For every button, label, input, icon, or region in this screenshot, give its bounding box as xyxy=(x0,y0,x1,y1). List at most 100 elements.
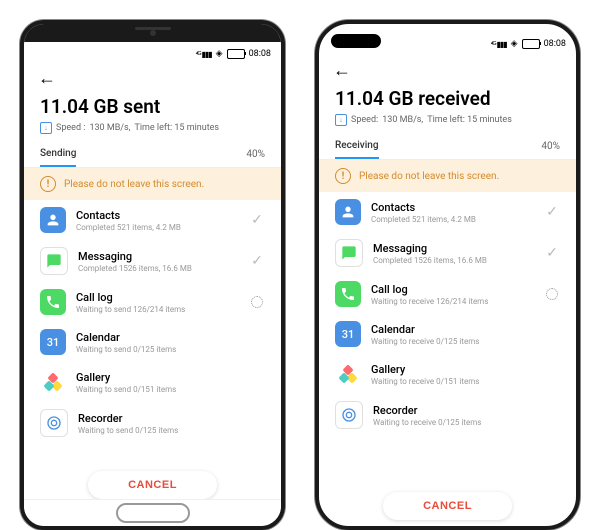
item-name: Recorder xyxy=(373,404,534,417)
home-button-bar xyxy=(24,499,281,526)
list-item[interactable]: 31CalendarWaiting to receive 0/125 items xyxy=(319,314,576,354)
list-item[interactable]: 31CalendarWaiting to send 0/125 items xyxy=(24,322,281,362)
header: 11.04 GB sent ↓ Speed : 130 MB/s, Time l… xyxy=(24,91,281,142)
item-name: Gallery xyxy=(371,363,534,376)
item-name: Messaging xyxy=(373,242,534,255)
item-sub: Waiting to send 0/125 items xyxy=(76,345,239,354)
item-name: Recorder xyxy=(78,412,239,425)
notch xyxy=(24,24,281,42)
list-item[interactable]: MessagingCompleted 1526 items, 16.6 MB✓ xyxy=(319,232,576,274)
back-button[interactable]: ← xyxy=(38,68,56,89)
signal-icon: ⁴ᴳ ▮▮▮ xyxy=(491,40,507,49)
spinner-icon xyxy=(546,288,558,300)
time-left: Time left: 15 minutes xyxy=(134,123,219,133)
item-list: ContactsCompleted 521 items, 4.2 MB✓Mess… xyxy=(319,192,576,526)
speed-row: ↓ Speed: 130 MB/s, Time left: 15 minutes xyxy=(335,114,560,126)
cancel-button[interactable]: CANCEL xyxy=(383,492,512,520)
screen: ← 11.04 GB received ↓ Speed: 130 MB/s, T… xyxy=(319,54,576,526)
item-info: RecorderWaiting to send 0/125 items xyxy=(78,412,239,435)
page-title: 11.04 GB received xyxy=(335,87,560,110)
list-item[interactable]: GalleryWaiting to receive 0/151 items xyxy=(319,354,576,394)
signal-icon: ⁴ᴳ ▮▮▮ xyxy=(196,50,212,59)
item-sub: Waiting to send 0/125 items xyxy=(78,426,239,435)
progress-percent: 40% xyxy=(246,149,265,160)
cancel-button[interactable]: CANCEL xyxy=(88,471,217,499)
tab-receiving[interactable]: Receiving xyxy=(335,134,379,159)
tab-row: Receiving 40% xyxy=(319,134,576,160)
item-sub: Waiting to send 126/214 items xyxy=(76,305,239,314)
warning-text: Please do not leave this screen. xyxy=(359,171,499,182)
item-status: ✓ xyxy=(544,245,560,261)
list-item[interactable]: RecorderWaiting to send 0/125 items xyxy=(24,402,281,444)
item-info: CalendarWaiting to send 0/125 items xyxy=(76,331,239,354)
item-sub: Completed 521 items, 4.2 MB xyxy=(371,215,534,224)
item-sub: Completed 521 items, 4.2 MB xyxy=(76,223,239,232)
item-name: Messaging xyxy=(78,250,239,263)
item-name: Contacts xyxy=(76,209,239,222)
tab-sending[interactable]: Sending xyxy=(40,142,76,167)
item-info: MessagingCompleted 1526 items, 16.6 MB xyxy=(78,250,239,273)
list-item[interactable]: Call logWaiting to send 126/214 items xyxy=(24,282,281,322)
msg-icon xyxy=(335,239,363,267)
page-title: 11.04 GB sent xyxy=(40,95,265,118)
item-name: Gallery xyxy=(76,371,239,384)
item-info: Call logWaiting to receive 126/214 items xyxy=(371,283,534,306)
warning-banner: ! Please do not leave this screen. xyxy=(24,168,281,200)
battery-icon xyxy=(227,49,245,59)
rec-icon xyxy=(335,401,363,429)
spinner-icon xyxy=(251,296,263,308)
item-sub: Waiting to send 0/151 items xyxy=(76,385,239,394)
camera-pill xyxy=(331,34,381,48)
item-sub: Waiting to receive 0/151 items xyxy=(371,377,534,386)
speed-icon: ↓ xyxy=(335,114,347,126)
speed-label: Speed : xyxy=(56,123,85,133)
list-item[interactable]: GalleryWaiting to send 0/151 items xyxy=(24,362,281,402)
check-icon: ✓ xyxy=(251,212,263,228)
header: 11.04 GB received ↓ Speed: 130 MB/s, Tim… xyxy=(319,83,576,134)
speed-icon: ↓ xyxy=(40,122,52,134)
item-name: Call log xyxy=(371,283,534,296)
gallery-icon xyxy=(40,369,66,395)
call-icon xyxy=(40,289,66,315)
wifi-icon: ◈ xyxy=(511,39,518,49)
status-bar: ⁴ᴳ ▮▮▮ ◈ 08:08 xyxy=(24,42,281,62)
item-info: GalleryWaiting to receive 0/151 items xyxy=(371,363,534,386)
item-info: RecorderWaiting to receive 0/125 items xyxy=(373,404,534,427)
item-status xyxy=(544,288,560,300)
check-icon: ✓ xyxy=(546,204,558,220)
list-item[interactable]: RecorderWaiting to receive 0/125 items xyxy=(319,394,576,436)
phone-sender: ⁴ᴳ ▮▮▮ ◈ 08:08 ← 11.04 GB sent ↓ Speed :… xyxy=(20,20,285,530)
warning-icon: ! xyxy=(335,168,351,184)
wifi-icon: ◈ xyxy=(216,49,223,59)
item-info: CalendarWaiting to receive 0/125 items xyxy=(371,323,534,346)
list-item[interactable]: MessagingCompleted 1526 items, 16.6 MB ✓ xyxy=(24,240,281,282)
item-name: Call log xyxy=(76,291,239,304)
time-left: Time left: 15 minutes xyxy=(427,115,512,125)
list-item[interactable]: ContactsCompleted 521 items, 4.2 MB✓ xyxy=(319,192,576,232)
item-sub: Waiting to receive 0/125 items xyxy=(373,418,534,427)
item-name: Calendar xyxy=(371,323,534,336)
contacts-icon xyxy=(40,207,66,233)
check-icon: ✓ xyxy=(251,253,263,269)
warning-icon: ! xyxy=(40,176,56,192)
back-button[interactable]: ← xyxy=(333,60,351,81)
speed-value: 130 MB/s, xyxy=(89,123,130,133)
item-status: ✓ xyxy=(249,212,265,228)
cancel-wrap: CANCEL xyxy=(24,471,281,499)
item-status: ✓ xyxy=(249,253,265,269)
call-icon xyxy=(335,281,361,307)
progress-percent: 40% xyxy=(541,141,560,152)
phone-receiver: ⁴ᴳ ▮▮▮ ◈ 08:08 ← 11.04 GB received ↓ Spe… xyxy=(315,20,580,530)
warning-text: Please do not leave this screen. xyxy=(64,179,204,190)
speed-label: Speed: xyxy=(351,115,378,125)
item-info: Call logWaiting to send 126/214 items xyxy=(76,291,239,314)
cancel-wrap: CANCEL xyxy=(319,492,576,520)
item-name: Calendar xyxy=(76,331,239,344)
item-info: ContactsCompleted 521 items, 4.2 MB xyxy=(76,209,239,232)
clock: 08:08 xyxy=(544,39,566,49)
battery-icon xyxy=(522,39,540,49)
list-item[interactable]: Call logWaiting to receive 126/214 items xyxy=(319,274,576,314)
home-button[interactable] xyxy=(116,503,190,523)
list-item[interactable]: ContactsCompleted 521 items, 4.2 MB ✓ xyxy=(24,200,281,240)
clock: 08:08 xyxy=(249,49,271,59)
